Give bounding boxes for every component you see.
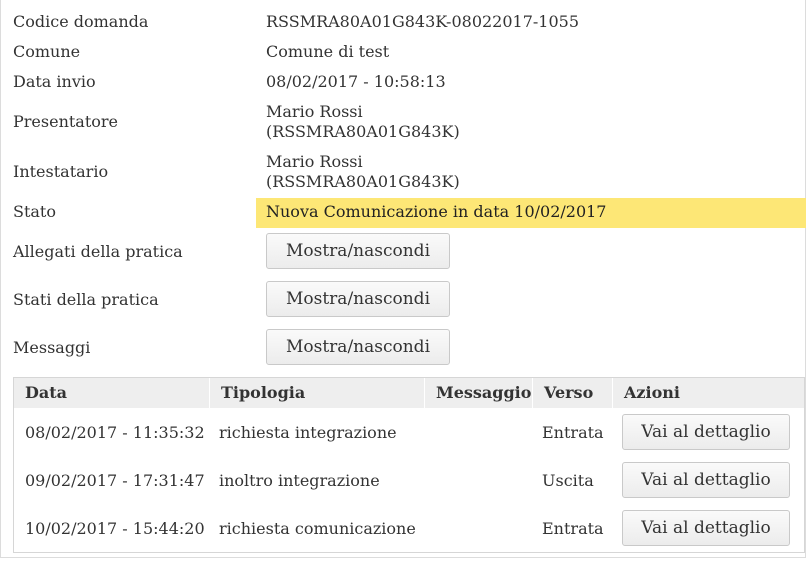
stati-toggle-button[interactable]: Mostra/nascondi xyxy=(266,281,450,317)
comune-label: Comune xyxy=(13,42,81,61)
row-data: 08/02/2017 - 11:35:32 xyxy=(25,423,205,442)
codice-domanda-label: Codice domanda xyxy=(13,12,149,31)
intestatario-name: Mario Rossi xyxy=(266,152,363,171)
comune-value: Comune di test xyxy=(266,42,390,61)
messaggi-toggle-button[interactable]: Mostra/nascondi xyxy=(266,329,450,365)
row-verso: Entrata xyxy=(542,519,604,538)
th-verso: Verso xyxy=(533,378,613,408)
row-verso: Uscita xyxy=(542,471,594,490)
pratica-detail-panel: Codice domanda RSSMRA80A01G843K-08022017… xyxy=(0,0,806,558)
stato-label: Stato xyxy=(13,202,56,221)
data-invio-value: 08/02/2017 - 10:58:13 xyxy=(266,72,446,91)
row-verso: Entrata xyxy=(542,423,604,442)
row-tipologia: richiesta integrazione xyxy=(219,423,397,442)
row-data: 09/02/2017 - 17:31:47 xyxy=(25,471,205,490)
intestatario-label: Intestatario xyxy=(13,162,109,181)
stati-label: Stati della pratica xyxy=(13,290,159,309)
vai-al-dettaglio-button[interactable]: Vai al dettaglio xyxy=(622,510,790,546)
presentatore-code: (RSSMRA80A01G843K) xyxy=(266,122,460,141)
row-data: 10/02/2017 - 15:44:20 xyxy=(25,519,205,538)
th-messaggio: Messaggio xyxy=(425,378,533,408)
codice-domanda-value: RSSMRA80A01G843K-08022017-1055 xyxy=(266,12,580,31)
vai-al-dettaglio-button[interactable]: Vai al dettaglio xyxy=(622,414,790,450)
th-data: Data xyxy=(14,378,210,408)
th-azioni: Azioni xyxy=(624,383,680,402)
allegati-label: Allegati della pratica xyxy=(13,242,183,261)
intestatario-code: (RSSMRA80A01G843K) xyxy=(266,172,460,191)
presentatore-name: Mario Rossi xyxy=(266,102,363,121)
table-header: Data Tipologia Messaggio Verso Azioni xyxy=(14,378,804,408)
messaggi-label: Messaggi xyxy=(13,338,91,357)
data-invio-label: Data invio xyxy=(13,72,96,91)
row-tipologia: inoltro integrazione xyxy=(219,471,380,490)
row-tipologia: richiesta comunicazione xyxy=(219,519,416,538)
allegati-toggle-button[interactable]: Mostra/nascondi xyxy=(266,233,450,269)
presentatore-label: Presentatore xyxy=(13,112,119,131)
th-tipologia: Tipologia xyxy=(210,378,425,408)
messaggi-table: Data Tipologia Messaggio Verso Azioni 08… xyxy=(13,377,805,553)
stato-value: Nuova Comunicazione in data 10/02/2017 xyxy=(266,202,607,221)
vai-al-dettaglio-button[interactable]: Vai al dettaglio xyxy=(622,462,790,498)
